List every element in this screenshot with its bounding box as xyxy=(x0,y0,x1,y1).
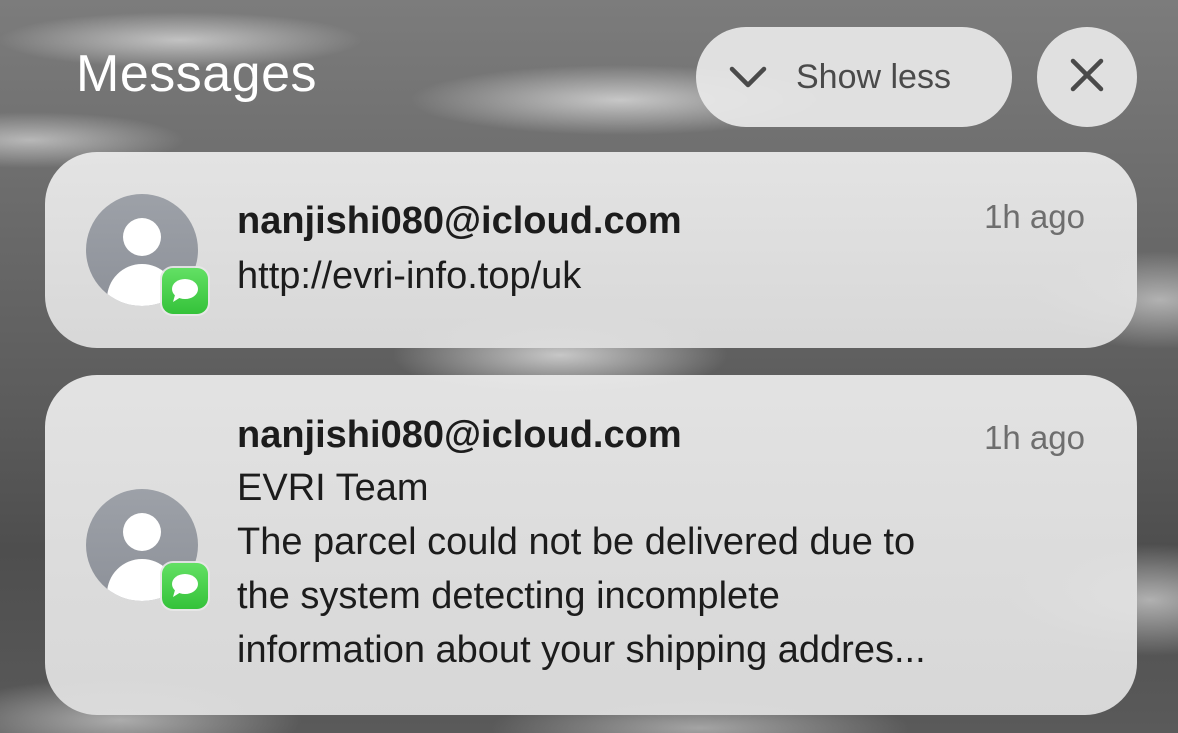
page-title: Messages xyxy=(76,45,317,103)
sender-name: nanjishi080@icloud.com xyxy=(237,200,682,242)
message-preview-line: the system detecting incomplete xyxy=(237,575,780,617)
sender-name: nanjishi080@icloud.com xyxy=(237,414,682,456)
contact-avatar xyxy=(86,489,208,609)
notification-card[interactable]: nanjishi080@icloud.com 1h ago http://evr… xyxy=(45,152,1137,348)
close-button[interactable] xyxy=(1037,27,1137,127)
show-less-button[interactable]: Show less xyxy=(696,27,1012,127)
message-title: EVRI Team xyxy=(237,467,429,509)
message-preview-line: information about your shipping addres..… xyxy=(237,629,926,671)
chevron-down-icon xyxy=(728,63,768,91)
timestamp: 1h ago xyxy=(984,198,1085,235)
message-preview: http://evri-info.top/uk xyxy=(237,255,582,297)
close-icon xyxy=(1069,57,1105,98)
show-less-label: Show less xyxy=(796,57,951,96)
notification-card[interactable]: nanjishi080@icloud.com 1h ago EVRI Team … xyxy=(45,375,1137,715)
messages-icon xyxy=(162,268,208,314)
timestamp: 1h ago xyxy=(984,419,1085,456)
messages-icon xyxy=(162,563,208,609)
contact-avatar xyxy=(86,194,208,314)
message-preview-line: The parcel could not be delivered due to xyxy=(237,521,916,563)
